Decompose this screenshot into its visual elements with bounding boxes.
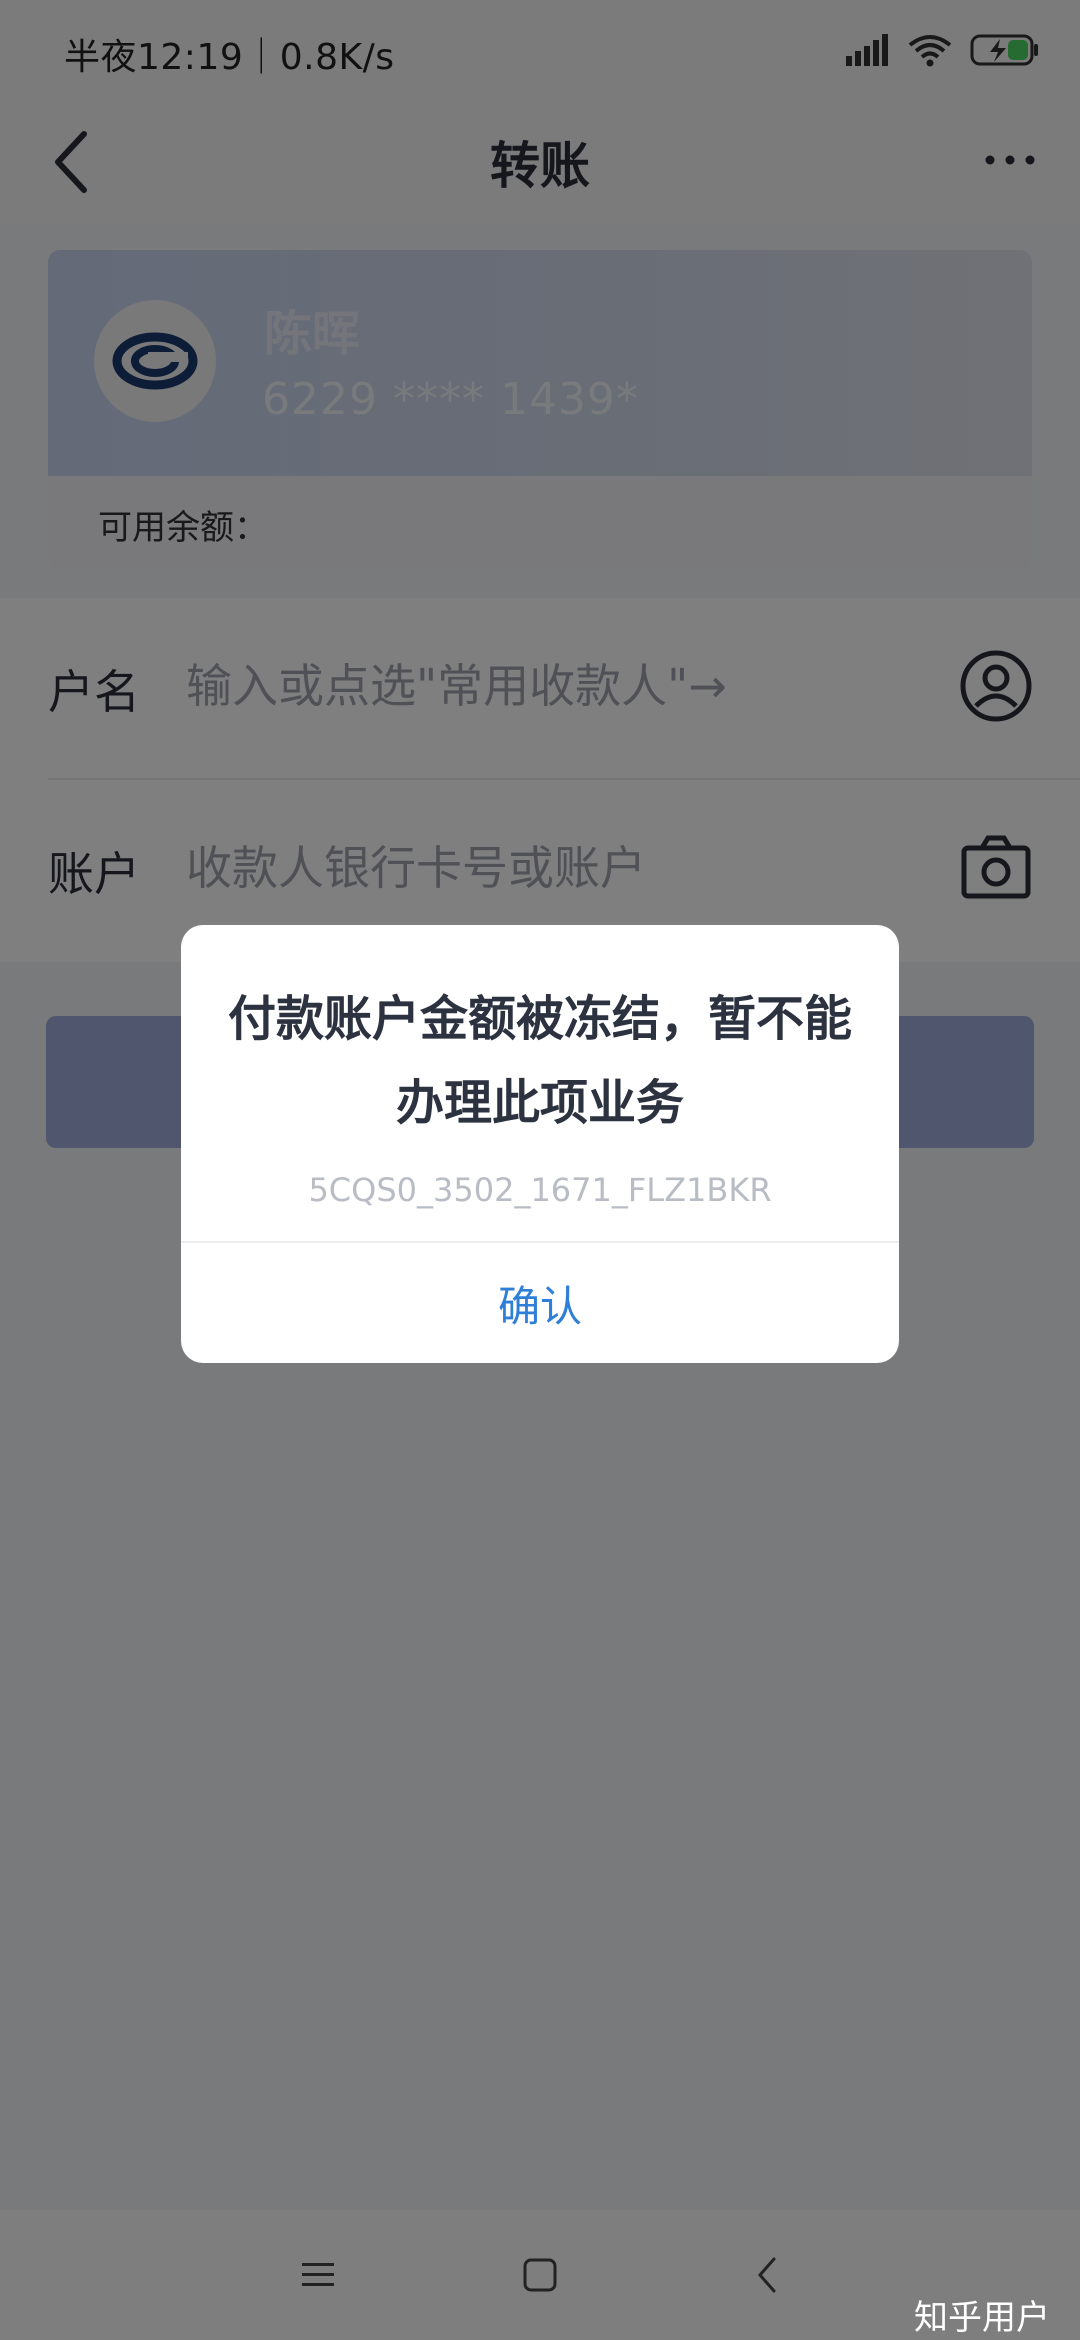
dialog-error-code: 5CQS0_3502_1671_FLZ1BKR [308,1171,772,1209]
dialog-message: 付款账户金额被冻结，暂不能办理此项业务 [227,991,852,1131]
watermark: 知乎用户 [914,2298,1050,2338]
confirm-button[interactable]: 确认 [181,1243,899,1363]
alert-dialog: 付款账户金额被冻结，暂不能办理此项业务 5CQS0_3502_1671_FLZ1… [181,925,899,1363]
